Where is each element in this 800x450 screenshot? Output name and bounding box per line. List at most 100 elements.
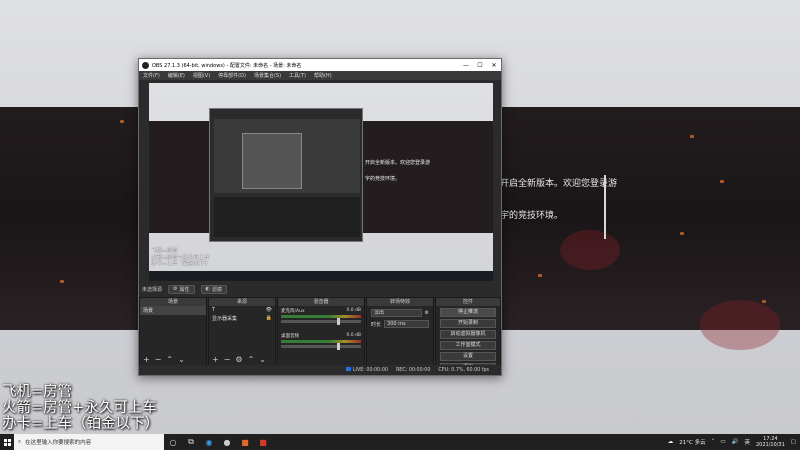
- menu-tools[interactable]: 工具(T): [289, 72, 306, 79]
- sources-dock: 来源 T 👁 显示器采集 🔒 + − ⚙ ⌃ ⌄: [208, 297, 276, 367]
- close-icon[interactable]: ✕: [487, 62, 501, 69]
- minimize-icon[interactable]: —: [459, 62, 473, 69]
- source-item-display[interactable]: 显示器采集 🔒: [209, 314, 275, 323]
- weather-icon: ☁: [667, 439, 674, 445]
- add-icon[interactable]: +: [143, 355, 150, 364]
- tray-chevron-icon[interactable]: ˄: [712, 439, 715, 445]
- controls-header: 控件: [436, 298, 500, 306]
- mixer-header: 混音器: [278, 298, 364, 306]
- overlay-line: 办卡=上车（铂金以下）: [2, 416, 160, 432]
- cortana-icon[interactable]: ○: [164, 434, 182, 450]
- channel-db: 0.0 dB: [346, 333, 361, 338]
- transitions-header: 转场特效: [367, 298, 433, 306]
- menu-bar: 文件(F) 编辑(E) 视图(V) 停靠部件(D) 场景集合(S) 工具(T) …: [139, 71, 501, 80]
- app-taskbar-icon[interactable]: ■: [236, 434, 254, 450]
- text-source-label: T: [212, 307, 216, 313]
- add-icon[interactable]: +: [212, 355, 219, 364]
- clock[interactable]: 17:24 2021/10/31: [756, 436, 785, 448]
- menu-docks[interactable]: 停靠部件(D): [218, 72, 246, 79]
- properties-button[interactable]: ⚙ 属性: [168, 284, 195, 294]
- move-up-icon[interactable]: ⌃: [248, 355, 255, 364]
- stop-streaming-button[interactable]: 停止推流: [440, 308, 496, 317]
- preview-desktop: 开启全新版本。欢迎您登录游 宇的竞技环境。 飞机=房管 火箭=房管+永久可上车 …: [149, 83, 493, 281]
- menu-scene-collection[interactable]: 场景集合(S): [254, 72, 281, 79]
- menu-edit[interactable]: 编辑(E): [168, 72, 185, 79]
- background-petal: [700, 300, 780, 350]
- maximize-icon[interactable]: ☐: [473, 62, 487, 69]
- cpu-status: CPU: 0.7%, 60.00 fps: [438, 367, 489, 373]
- mixer-dock: 混音器 麦克风/Aux 0.0 dB 桌面音频 0.0 dB: [277, 297, 365, 367]
- app2-taskbar-icon[interactable]: ■: [254, 434, 272, 450]
- overlay-line: 火箭=房管+永久可上车: [2, 400, 157, 416]
- window-titlebar[interactable]: OBS 27.1.3 (64-bit, windows) - 配置文件: 未命名…: [139, 59, 501, 71]
- filters-label: 滤镜: [211, 286, 222, 293]
- gear-icon[interactable]: ⚙: [235, 355, 242, 364]
- lock-icon[interactable]: 🔒: [266, 315, 272, 321]
- start-virtual-camera-button[interactable]: 启动虚拟摄像机: [440, 330, 496, 339]
- volume-meter: [281, 340, 361, 343]
- ember: [720, 180, 724, 183]
- eye-icon[interactable]: 👁: [266, 307, 272, 313]
- duration-label: 时长: [371, 321, 382, 328]
- move-down-icon[interactable]: ⌄: [178, 355, 185, 364]
- move-down-icon[interactable]: ⌄: [259, 355, 266, 364]
- live-indicator-icon: [345, 367, 351, 371]
- ember: [690, 135, 694, 138]
- obs-logo-icon: [142, 61, 149, 69]
- filters-button[interactable]: ◐ 滤镜: [200, 284, 227, 294]
- taskbar-search[interactable]: ⌕ 在这里输入你要搜索的内容: [14, 434, 164, 450]
- background-petal: [560, 230, 620, 270]
- ember: [538, 274, 542, 277]
- overlay-rules: 飞机=房管 火箭=房管+永久可上车 办卡=上车（铂金以下）: [2, 384, 159, 432]
- weather-text[interactable]: 21°C 多云: [679, 438, 705, 446]
- windows-logo-icon: [3, 438, 11, 446]
- start-recording-button[interactable]: 开始录制: [440, 319, 496, 328]
- transition-select[interactable]: 淡出: [371, 309, 422, 317]
- properties-label: 属性: [179, 286, 190, 293]
- menu-help[interactable]: 帮助(H): [314, 72, 332, 79]
- mixer-channel: 桌面音频 0.0 dB: [281, 333, 361, 350]
- preview-canvas[interactable]: 开启全新版本。欢迎您登录游 宇的竞技环境。 飞机=房管 火箭=房管+永久可上车 …: [149, 83, 493, 281]
- preview-text-line-1: 开启全新版本。欢迎您登录游: [365, 160, 431, 166]
- sources-header: 来源: [209, 298, 275, 306]
- volume-meter: [281, 315, 361, 318]
- move-up-icon[interactable]: ⌃: [166, 355, 173, 364]
- duration-input[interactable]: 300 ms: [384, 320, 429, 328]
- volume-slider[interactable]: [281, 343, 361, 350]
- nested-docks: [214, 197, 360, 237]
- edge-icon[interactable]: ◉: [200, 434, 218, 450]
- volume-slider[interactable]: [281, 318, 361, 325]
- menu-file[interactable]: 文件(F): [143, 72, 160, 79]
- notification-icon[interactable]: ▢: [791, 439, 796, 445]
- settings-button[interactable]: 设置: [440, 352, 496, 361]
- preview-overlay: 飞机=房管 火箭=房管+永久可上车 办卡=上车（铂金以下）: [151, 248, 211, 268]
- filter-icon: ◐: [205, 286, 210, 292]
- background-text-line-1: 开启全新版本。欢迎您登录游: [500, 179, 618, 189]
- preview-text-line-2: 宇的竞技环境。: [365, 176, 401, 182]
- scene-item[interactable]: 场景: [140, 306, 206, 315]
- overlay-line: 飞机=房管: [2, 384, 73, 400]
- source-item-text[interactable]: T 👁: [209, 306, 275, 314]
- preview-taskbar: [149, 271, 493, 281]
- obs-taskbar-icon[interactable]: ●: [218, 434, 236, 450]
- gear-icon[interactable]: ⚙: [425, 310, 429, 316]
- mixer-channel: 麦克风/Aux 0.0 dB: [281, 308, 361, 325]
- start-button[interactable]: [0, 434, 14, 450]
- remove-icon[interactable]: −: [224, 355, 231, 364]
- status-bar: LIVE: 00:00:00 REC: 00:00:00 CPU: 0.7%, …: [139, 365, 501, 375]
- obs-window: OBS 27.1.3 (64-bit, windows) - 配置文件: 未命名…: [138, 58, 502, 376]
- channel-name: 桌面音频: [281, 334, 299, 339]
- ime-icon[interactable]: 英: [744, 438, 750, 446]
- live-time: LIVE: 00:00:00: [352, 368, 388, 373]
- scenes-dock: 场景 场景 + − ⌃ ⌄: [139, 297, 207, 367]
- menu-view[interactable]: 视图(V): [193, 72, 210, 79]
- remove-icon[interactable]: −: [155, 355, 162, 364]
- network-icon[interactable]: ▭: [720, 439, 725, 445]
- channel-name: 麦克风/Aux: [281, 309, 305, 314]
- studio-mode-button[interactable]: 工作室模式: [440, 341, 496, 350]
- nested-preview: [214, 119, 360, 193]
- volume-icon[interactable]: 🔊: [732, 439, 739, 445]
- ember: [680, 232, 684, 235]
- task-view-icon[interactable]: ⧉: [182, 434, 200, 450]
- nested-obs-window: [209, 108, 363, 242]
